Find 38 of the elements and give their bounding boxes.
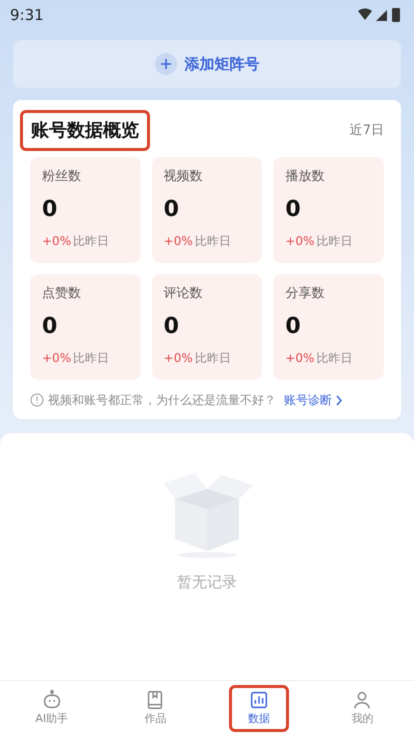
stat-value: 0	[164, 196, 180, 224]
stat-label: 评论数	[164, 285, 204, 303]
stat-change: +0%	[164, 350, 193, 366]
stat-compare: 比昨日	[316, 350, 352, 366]
stat-value: 0	[42, 196, 58, 224]
stat-compare: 比昨日	[194, 232, 231, 250]
stat-label: 视频数	[164, 168, 204, 186]
nav-tab[interactable]: 作品	[125, 685, 186, 732]
diagnosis-link[interactable]: 账号诊断	[284, 391, 343, 409]
status-time: 9:31	[10, 4, 44, 26]
stat-label: 点赞数	[42, 285, 82, 303]
card-title: 账号数据概览	[20, 110, 150, 151]
add-account-button[interactable]: 添加矩阵号	[13, 40, 401, 88]
stat-compare: 比昨日	[73, 232, 110, 250]
stat-value: 0	[42, 312, 58, 340]
empty-text: 暂无记录	[177, 572, 237, 593]
stat-compare: 比昨日	[73, 350, 110, 366]
period-label: 近7日	[350, 122, 384, 140]
stat-value: 0	[285, 312, 302, 340]
stat-label: 分享数	[285, 285, 326, 303]
stat-compare: 比昨日	[194, 350, 231, 366]
nav-tab[interactable]: 数据	[228, 685, 289, 732]
nav-tab[interactable]: 我的	[332, 685, 392, 732]
stat-change: +0%	[42, 232, 72, 250]
stat-change: +0%	[42, 350, 72, 366]
stat-change: +0%	[285, 350, 314, 366]
info-icon	[30, 393, 44, 407]
stat-value: 0	[285, 196, 302, 224]
chevron-right-icon	[335, 394, 343, 406]
nav-tab[interactable]: AI助手	[16, 685, 88, 732]
stat-value: 0	[164, 312, 180, 340]
stat-label: 粉丝数	[42, 168, 82, 186]
stat-change: +0%	[285, 232, 314, 250]
hint-text: 视频和账号都正常，为什么还是流量不好？	[48, 392, 276, 409]
stat-change: +0%	[164, 232, 193, 250]
stat-label: 播放数	[285, 168, 326, 186]
stat-compare: 比昨日	[316, 232, 352, 250]
plus-icon	[154, 53, 176, 75]
